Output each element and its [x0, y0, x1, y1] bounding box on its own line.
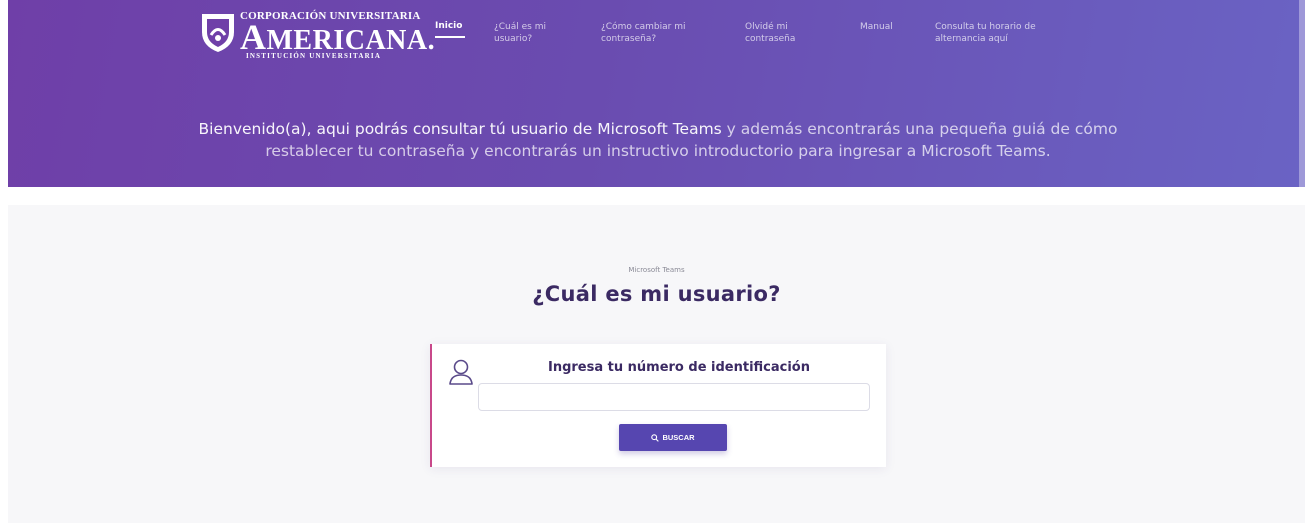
brand-top-line: CORPORACIÓN UNIVERSITARIA [240, 10, 421, 22]
brand-logo[interactable]: CORPORACIÓN UNIVERSITARIA AMERICANA. INS… [198, 8, 435, 64]
lookup-card: Ingresa tu número de identificación BUSC… [430, 344, 886, 467]
nav-item-manual[interactable]: Manual [860, 21, 920, 33]
search-button-label: BUSCAR [662, 433, 695, 442]
nav-item-olvide-contrasena[interactable]: Olvidé mi contraseña [745, 21, 815, 45]
section-eyebrow: Microsoft Teams [628, 266, 685, 274]
nav-item-cual-es-mi-usuario[interactable]: ¿Cuál es mi usuario? [494, 21, 564, 45]
main-content: Microsoft Teams ¿Cuál es mi usuario? Ing… [8, 205, 1305, 523]
welcome-strong: Bienvenido(a), aqui podrás consultar tú … [198, 120, 722, 138]
hero-header: CORPORACIÓN UNIVERSITARIA AMERICANA. INS… [8, 0, 1305, 187]
active-underline [435, 36, 465, 38]
page-title: ¿Cuál es mi usuario? [532, 282, 781, 306]
welcome-text: Bienvenido(a), aqui podrás consultar tú … [178, 118, 1138, 162]
nav-item-consulta-horario[interactable]: Consulta tu horario de alternancia aquí [935, 21, 1085, 45]
id-field-label: Ingresa tu número de identificación [547, 360, 810, 375]
brand-sub-line: INSTITUCIÓN UNIVERSITARIA [246, 52, 382, 60]
divider-band [8, 187, 1305, 205]
page: CORPORACIÓN UNIVERSITARIA AMERICANA. INS… [8, 0, 1305, 531]
brand-name: AMERICANA. [240, 19, 435, 56]
nav-item-como-cambiar-contrasena[interactable]: ¿Cómo cambiar mi contraseña? [601, 21, 721, 45]
nav-item-label: Inicio [435, 21, 463, 31]
shield-logo-icon [202, 14, 234, 52]
search-button[interactable]: BUSCAR [619, 424, 727, 451]
nav-item-inicio[interactable]: Inicio [435, 20, 475, 38]
scrollbar[interactable] [1299, 0, 1305, 187]
id-number-input[interactable] [478, 383, 870, 411]
brand-name-initial: A [240, 17, 267, 57]
search-icon [651, 433, 660, 442]
